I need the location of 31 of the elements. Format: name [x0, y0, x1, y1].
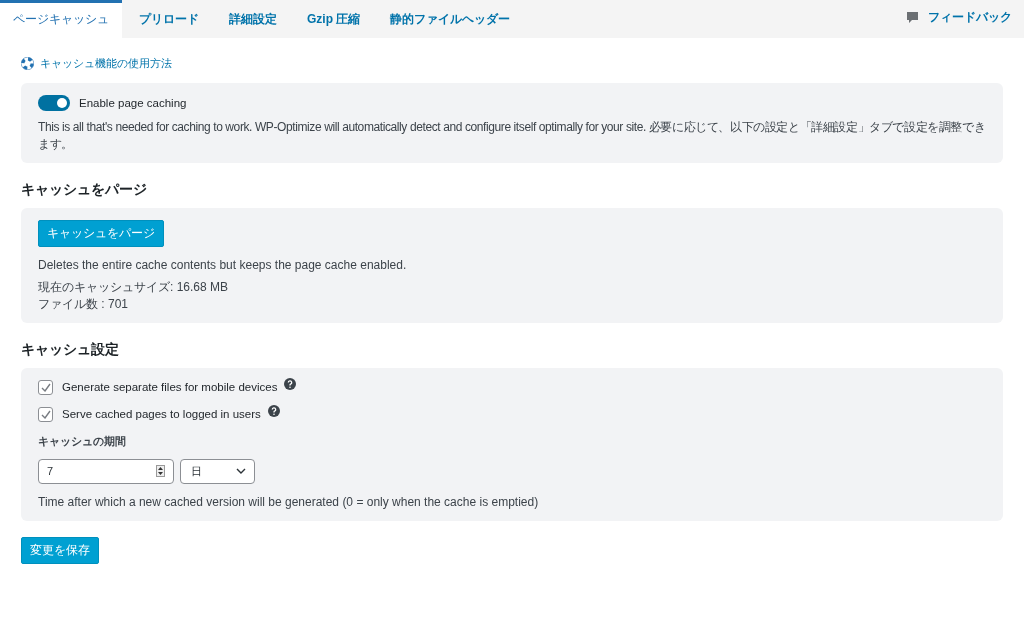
- help-link[interactable]: キャッシュ機能の使用方法: [21, 56, 172, 71]
- help-icon[interactable]: [267, 405, 280, 418]
- tab[interactable]: Gzip 圧縮: [294, 0, 374, 38]
- checkbox[interactable]: [38, 407, 53, 422]
- number-input[interactable]: 7: [38, 459, 174, 484]
- tab[interactable]: プリロード: [126, 0, 212, 38]
- description-text: Deletes the entire cache contents but keeps the page cache enabled.: [38, 256, 408, 274]
- file-count-text: ファイル数 : 701: [38, 296, 130, 313]
- description-text: This is all that's needed for caching to work. WP-Optimize will automatically detect and configure itself optimally for your site. 必要に応じて、以下の設定と「詳細設定」タブで設定を調整できます。: [38, 119, 986, 153]
- section-heading: キャッシュをパージ: [21, 180, 148, 199]
- field-label: キャッシュの期間: [38, 435, 127, 449]
- speech-bubble-icon: [907, 11, 918, 24]
- feedback-link[interactable]: フィードバック: [907, 0, 1024, 38]
- save-button[interactable]: 変更を保存: [21, 536, 99, 564]
- chevron-down-icon: [236, 468, 246, 475]
- checkbox-label: Serve cached pages to logged in users: [62, 408, 261, 421]
- spinner-arrows-icon[interactable]: [156, 465, 165, 478]
- toggle-switch[interactable]: [38, 95, 70, 111]
- checkbox-label: Generate separate files for mobile devices: [62, 381, 278, 394]
- lifebuoy-icon: [21, 57, 34, 70]
- checkbox[interactable]: [38, 380, 53, 395]
- tab[interactable]: 詳細設定: [216, 0, 290, 38]
- cache-size-text: 現在のキャッシュサイズ: 16.68 MB: [38, 279, 230, 297]
- unit-select[interactable]: 日: [180, 459, 255, 484]
- section-heading: キャッシュ設定: [21, 341, 120, 359]
- help-icon[interactable]: [284, 378, 297, 391]
- toggle-label: Enable page caching: [79, 97, 187, 109]
- tab[interactable]: ページキャッシュ: [0, 0, 122, 38]
- tab[interactable]: 静的ファイルヘッダー: [377, 0, 524, 38]
- purge-cache-button[interactable]: キャッシュをパージ: [38, 219, 164, 247]
- hint-text: Time after which a new cached version will be generated (0 = only when the cache is emptied): [38, 494, 540, 511]
